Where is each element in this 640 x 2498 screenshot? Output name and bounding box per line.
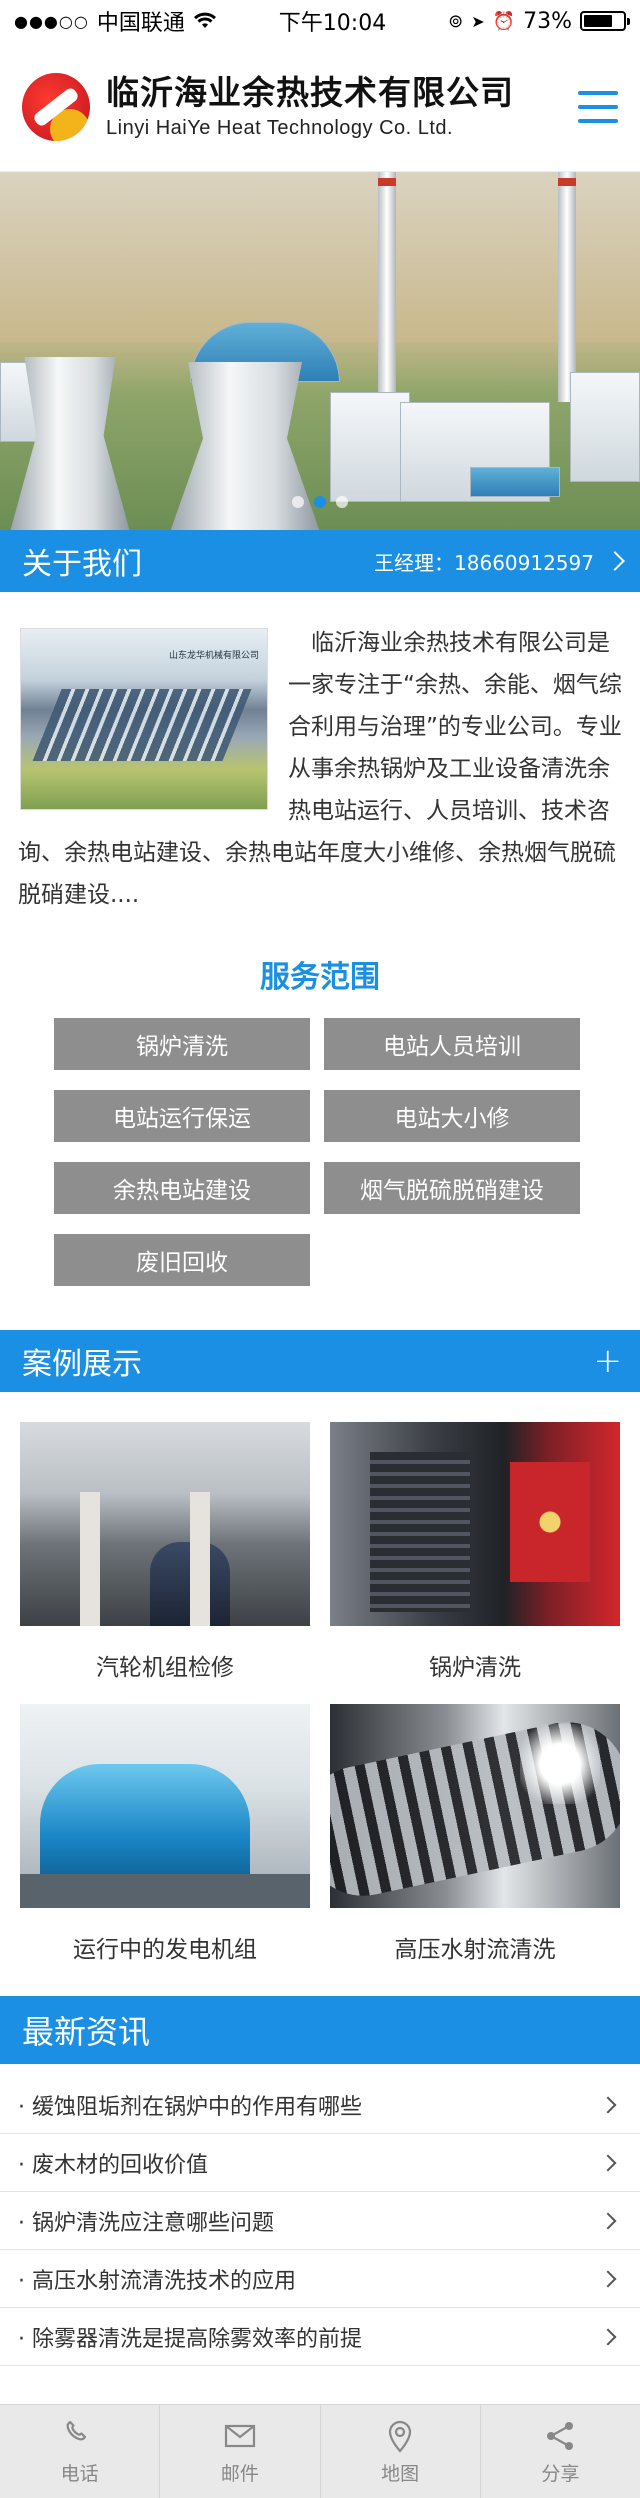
- case-card[interactable]: 运行中的发电机组: [20, 1704, 310, 1986]
- news-item-title: · 废木材的回收价值: [18, 2152, 208, 2178]
- chevron-right-icon: [599, 2212, 617, 2229]
- nav-item-map-pin[interactable]: 地图: [321, 2405, 481, 2498]
- carousel-dot[interactable]: [292, 496, 304, 508]
- battery-icon: [580, 11, 630, 31]
- services-grid: 锅炉清洗 电站人员培训 电站运行保运 电站大小修 余热电站建设 烟气脱硫脱硝建设 废旧回收: [0, 1018, 640, 1286]
- nav-item-phone[interactable]: 电话: [0, 2405, 161, 2498]
- company-name-en: Linyi HaiYe Heat Technology Co. Ltd.: [106, 116, 454, 139]
- case-card[interactable]: 锅炉清洗: [330, 1422, 620, 1704]
- carousel-dot[interactable]: [336, 496, 348, 508]
- chevron-right-icon: [599, 2328, 617, 2345]
- status-right: ⊚ ➤ ⏰ 73%: [448, 8, 630, 34]
- nav-item-label: 地图: [381, 2463, 420, 2485]
- map-pin-icon: [389, 2420, 412, 2453]
- site-header: 临沂海业余热技术有限公司 Linyi HaiYe Heat Technology…: [0, 42, 640, 172]
- service-button[interactable]: 锅炉清洗: [54, 1018, 310, 1070]
- company-name-cn: 临沂海业余热技术有限公司: [106, 73, 514, 113]
- brand: 临沂海业余热技术有限公司 Linyi HaiYe Heat Technology…: [106, 73, 578, 140]
- news-item-title: · 锅炉清洗应注意哪些问题: [18, 2210, 274, 2236]
- service-button[interactable]: 电站大小修: [324, 1090, 580, 1142]
- case-caption[interactable]: 运行中的发电机组: [20, 1908, 310, 1986]
- clock-label: 下午10:04: [278, 11, 387, 36]
- mail-icon: [224, 2424, 255, 2448]
- carrier-label: 中国联通: [96, 11, 185, 36]
- phone-icon: [66, 2420, 86, 2441]
- battery-level: [584, 15, 612, 27]
- chimney: [558, 172, 576, 402]
- case-caption[interactable]: 锅炉清洗: [330, 1626, 620, 1704]
- carousel-indicator[interactable]: [292, 496, 348, 508]
- contact-link[interactable]: 王经理：18660912597: [374, 547, 625, 576]
- wifi-icon: [193, 12, 216, 28]
- service-button[interactable]: 废旧回收: [54, 1234, 310, 1286]
- service-button[interactable]: 电站人员培训: [324, 1018, 580, 1070]
- nav-item-label: 邮件: [220, 2463, 259, 2485]
- case-caption[interactable]: 高压水射流清洗: [330, 1908, 620, 1986]
- banner-background: [0, 172, 640, 342]
- plus-icon[interactable]: +: [594, 1344, 623, 1378]
- service-button[interactable]: 余热电站建设: [54, 1162, 310, 1214]
- service-button[interactable]: 电站运行保运: [54, 1090, 310, 1142]
- chimney: [378, 172, 396, 412]
- news-item-title: · 除雾器清洗是提高除雾效率的前提: [18, 2326, 362, 2352]
- case-photo[interactable]: [330, 1704, 620, 1908]
- nav-item-label: 分享: [541, 2463, 580, 2485]
- menu-icon[interactable]: [578, 90, 618, 123]
- status-bar: ●●●○○ 中国联通 下午10:04 ⊚ ➤ ⏰ 73%: [0, 0, 640, 42]
- case-card[interactable]: 高压水射流清洗: [330, 1704, 620, 1986]
- news-item[interactable]: · 除雾器清洗是提高除雾效率的前提: [0, 2308, 640, 2366]
- contact-label: 王经理：18660912597: [374, 550, 594, 575]
- news-item[interactable]: · 废木材的回收价值: [0, 2134, 640, 2192]
- banner-building: [570, 372, 640, 482]
- signal-icon: ●●●○○: [14, 11, 89, 31]
- chevron-right-icon: [599, 2270, 617, 2287]
- case-photo[interactable]: [20, 1704, 310, 1908]
- cases-grid: 汽轮机组检修 锅炉清洗运行中的发电机组 高压水射流清洗: [0, 1392, 640, 1986]
- news-item-title: · 缓蚀阻垢剂在锅炉中的作用有哪些: [18, 2094, 362, 2120]
- hero-banner[interactable]: [0, 172, 640, 530]
- case-photo[interactable]: [20, 1422, 310, 1626]
- banner-building: [330, 392, 410, 502]
- services-title: 服务范围: [260, 960, 380, 995]
- news-section-bar[interactable]: 最新资讯: [0, 1996, 640, 2064]
- about-section-bar[interactable]: 关于我们 王经理：18660912597: [0, 530, 640, 592]
- company-photo[interactable]: 山东龙华机械有限公司: [20, 628, 268, 810]
- location-icon: ➤: [471, 11, 485, 31]
- news-item[interactable]: · 缓蚀阻垢剂在锅炉中的作用有哪些: [0, 2076, 640, 2134]
- about-title: 关于我们: [22, 547, 142, 582]
- service-button[interactable]: 烟气脱硫脱硝建设: [324, 1162, 580, 1214]
- news-list: · 缓蚀阻垢剂在锅炉中的作用有哪些 · 废木材的回收价值 · 锅炉清洗应注意哪些问题…: [0, 2076, 640, 2366]
- bottom-nav: 电话 邮件 地图 分享: [0, 2404, 640, 2498]
- chevron-right-icon: [605, 551, 625, 571]
- chevron-right-icon: [599, 2154, 617, 2171]
- battery-percent: 73%: [523, 8, 572, 34]
- news-item[interactable]: · 锅炉清洗应注意哪些问题: [0, 2192, 640, 2250]
- about-content: 山东龙华机械有限公司 临沂海业余热技术有限公司是一家专注于“余热、余能、烟气综合…: [0, 592, 640, 916]
- chevron-right-icon: [599, 2096, 617, 2113]
- alarm-icon: ⏰: [492, 10, 516, 32]
- nav-item-label: 电话: [60, 2463, 99, 2485]
- company-logo[interactable]: [22, 72, 90, 141]
- company-photo-caption: 山东龙华机械有限公司: [168, 651, 259, 661]
- cases-title: 案例展示: [22, 1347, 142, 1382]
- share-icon: [547, 2422, 574, 2450]
- banner-building: [470, 467, 560, 497]
- case-card[interactable]: 汽轮机组检修: [20, 1422, 310, 1704]
- carousel-dot[interactable]: [314, 496, 326, 508]
- orientation-lock-icon: ⊚: [448, 10, 464, 32]
- nav-item-share[interactable]: 分享: [481, 2405, 640, 2498]
- news-item-title: · 高压水射流清洗技术的应用: [18, 2268, 296, 2294]
- nav-item-mail[interactable]: 邮件: [160, 2405, 321, 2498]
- case-photo[interactable]: [330, 1422, 620, 1626]
- cases-section-bar[interactable]: 案例展示 +: [0, 1330, 640, 1392]
- news-item[interactable]: · 高压水射流清洗技术的应用: [0, 2250, 640, 2308]
- news-title: 最新资讯: [22, 2013, 151, 2051]
- case-caption[interactable]: 汽轮机组检修: [20, 1626, 310, 1704]
- status-left: ●●●○○ 中国联通: [14, 5, 217, 37]
